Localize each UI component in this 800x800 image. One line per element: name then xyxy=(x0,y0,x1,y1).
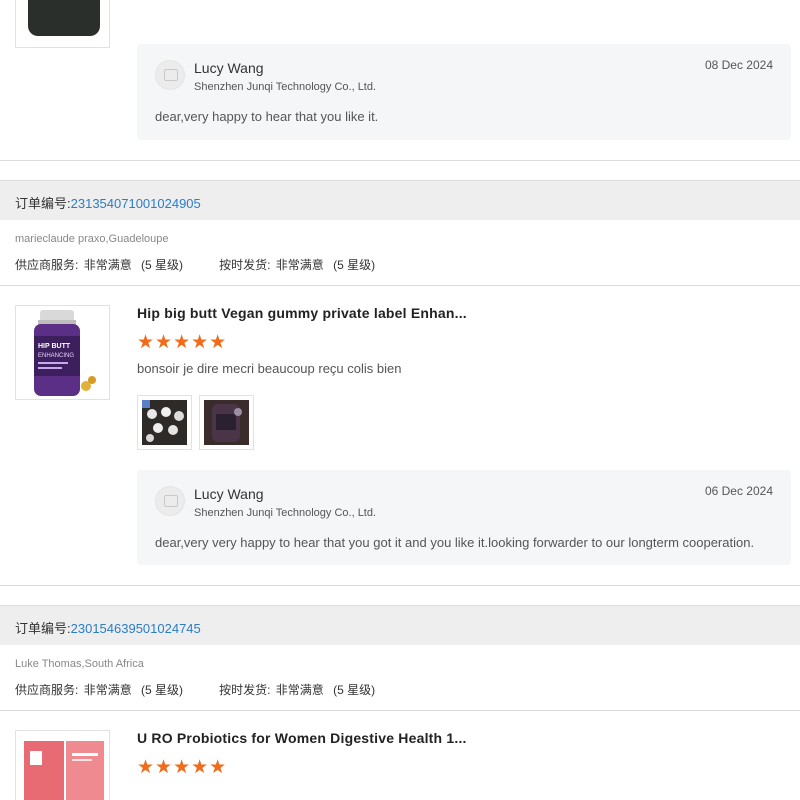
shipping-label: 按时发货: xyxy=(219,683,271,697)
supplier-service-value: 非常满意 xyxy=(83,683,132,697)
shipping-level: (5 星级) xyxy=(333,258,376,272)
divider xyxy=(0,710,800,711)
product-thumbnail[interactable] xyxy=(15,730,110,800)
review-photo[interactable] xyxy=(199,395,254,450)
seller-name: Lucy Wang xyxy=(194,486,264,502)
order-header: 订单编号:230154639501024745 xyxy=(0,605,800,645)
supplier-service-level: (5 星级) xyxy=(141,258,184,272)
order-number-row: 订单编号:231354071001024905 xyxy=(15,193,201,212)
review-text: bonsoir je dire mecri beaucoup reçu coli… xyxy=(137,361,402,376)
shipping-rating: 按时发货: 非常满意 (5 星级) xyxy=(219,256,375,273)
supplier-service-rating: 供应商服务: 非常满意 (5 星级) xyxy=(15,256,183,273)
probiotics-box-image xyxy=(24,741,104,800)
supplier-service-value: 非常满意 xyxy=(83,258,132,272)
buyer-name: marieclaude praxo,Guadeloupe xyxy=(15,233,169,245)
product-thumbnail[interactable]: HIP BUTT ENHANCING xyxy=(15,305,110,400)
review-photo[interactable] xyxy=(137,395,192,450)
seller-avatar xyxy=(155,486,185,516)
product-title-link[interactable]: U RO Probiotics for Women Digestive Heal… xyxy=(137,730,467,746)
star-rating: ★★★★★ xyxy=(137,332,228,353)
divider xyxy=(0,160,800,161)
shipping-level: (5 星级) xyxy=(333,683,376,697)
seller-company: Shenzhen Junqi Technology Co., Ltd. xyxy=(194,507,377,519)
svg-text:ENHANCING: ENHANCING xyxy=(38,353,74,359)
shipping-value: 非常满意 xyxy=(275,683,324,697)
order-number-label: 订单编号: xyxy=(15,196,71,211)
supplier-service-label: 供应商服务: xyxy=(15,258,79,272)
supplier-service-level: (5 星级) xyxy=(141,683,184,697)
product-thumbnail[interactable] xyxy=(15,0,110,48)
review-photo-image xyxy=(142,400,187,445)
order-ratings: 供应商服务: 非常满意 (5 星级) 按时发货: 非常满意 (5 星级) xyxy=(15,681,375,698)
seller-company: Shenzhen Junqi Technology Co., Ltd. xyxy=(194,81,377,93)
order-number-link[interactable]: 231354071001024905 xyxy=(71,196,201,211)
star-rating: ★★★★★ xyxy=(137,757,228,778)
divider xyxy=(0,285,800,286)
order-number-link[interactable]: 230154639501024745 xyxy=(71,621,201,636)
shipping-label: 按时发货: xyxy=(219,258,271,272)
shipping-value: 非常满意 xyxy=(275,258,324,272)
order-number-label: 订单编号: xyxy=(15,621,71,636)
reply-text: dear,very very happy to hear that you go… xyxy=(155,535,755,550)
product-title-link[interactable]: Hip big butt Vegan gummy private label E… xyxy=(137,305,467,321)
order-number-row: 订单编号:230154639501024745 xyxy=(15,618,201,637)
supplier-service-rating: 供应商服务: 非常满意 (5 星级) xyxy=(15,681,183,698)
reply-date: 06 Dec 2024 xyxy=(704,484,773,498)
seller-reply: Lucy Wang Shenzhen Junqi Technology Co.,… xyxy=(137,44,791,140)
seller-reply: Lucy Wang Shenzhen Junqi Technology Co.,… xyxy=(137,470,791,565)
reply-date: 08 Dec 2024 xyxy=(704,58,773,72)
review-photo-image xyxy=(204,400,249,445)
svg-text:HIP BUTT: HIP BUTT xyxy=(38,343,71,350)
seller-avatar xyxy=(155,60,185,90)
buyer-name: Luke Thomas,South Africa xyxy=(15,658,144,670)
supplier-service-label: 供应商服务: xyxy=(15,683,79,697)
divider xyxy=(0,585,800,586)
hip-butt-bottle-image: HIP BUTT ENHANCING xyxy=(34,310,96,396)
seller-name: Lucy Wang xyxy=(194,60,264,76)
product-jar-image xyxy=(28,0,100,36)
order-ratings: 供应商服务: 非常满意 (5 星级) 按时发货: 非常满意 (5 星级) xyxy=(15,256,375,273)
order-header: 订单编号:231354071001024905 xyxy=(0,180,800,220)
reply-text: dear,very happy to hear that you like it… xyxy=(155,109,379,124)
shipping-rating: 按时发货: 非常满意 (5 星级) xyxy=(219,681,375,698)
